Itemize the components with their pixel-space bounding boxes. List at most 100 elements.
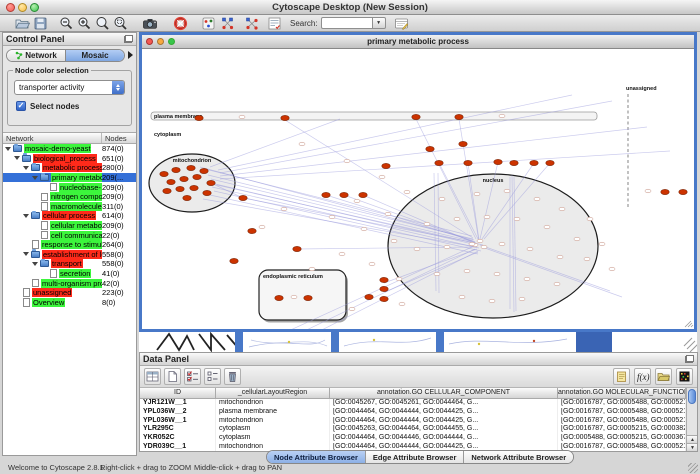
tree-row-secretion[interactable]: secretion41(0) bbox=[3, 269, 136, 279]
network-node[interactable] bbox=[309, 267, 315, 271]
network-node[interactable] bbox=[524, 277, 530, 281]
network-node[interactable] bbox=[489, 299, 495, 303]
network-node-selected-color[interactable] bbox=[510, 160, 518, 165]
network-node-selected-color[interactable] bbox=[193, 174, 201, 179]
network-node-selected-color[interactable] bbox=[455, 114, 463, 119]
tree-row-multi-organism-pro[interactable]: multi-organism pro42(0) bbox=[3, 278, 136, 288]
network-node[interactable] bbox=[534, 197, 540, 201]
network-node[interactable] bbox=[544, 225, 550, 229]
unselect-attributes-button[interactable] bbox=[204, 368, 221, 385]
expand-triangle-icon[interactable] bbox=[23, 166, 29, 170]
network-node-selected-color[interactable] bbox=[172, 167, 180, 172]
tree-row-unassigned[interactable]: unassigned223(0) bbox=[3, 288, 136, 298]
network-node-selected-color[interactable] bbox=[380, 277, 388, 282]
network-node[interactable] bbox=[329, 215, 335, 219]
network-node[interactable] bbox=[574, 237, 580, 241]
network-node[interactable] bbox=[477, 239, 483, 243]
network-node[interactable] bbox=[404, 190, 410, 194]
snapshot-button[interactable] bbox=[142, 15, 158, 31]
network-node-selected-color[interactable] bbox=[239, 195, 247, 200]
table-scrollbar[interactable]: ▲ ▼ bbox=[686, 388, 697, 451]
tree-row-biological-process[interactable]: biological_process651(0) bbox=[3, 154, 136, 164]
help-button[interactable] bbox=[172, 15, 188, 31]
notepad-button[interactable] bbox=[613, 368, 630, 385]
search-config-button[interactable] bbox=[394, 15, 410, 31]
vizmapper-button[interactable] bbox=[200, 15, 216, 31]
attribute-table-button[interactable] bbox=[144, 368, 161, 385]
open-session-button[interactable] bbox=[14, 15, 30, 31]
network-node-selected-color[interactable] bbox=[200, 168, 208, 173]
network-node[interactable] bbox=[399, 302, 405, 306]
network-node[interactable] bbox=[391, 239, 397, 243]
network-node[interactable] bbox=[344, 159, 350, 163]
network-node[interactable] bbox=[379, 175, 385, 179]
float-panel-icon[interactable] bbox=[685, 355, 694, 363]
network-node[interactable] bbox=[439, 197, 445, 201]
select-nodes-checkbox[interactable]: ✓ bbox=[16, 101, 26, 111]
expand-triangle-icon[interactable] bbox=[14, 156, 20, 160]
network-node[interactable] bbox=[599, 242, 605, 246]
network-node[interactable] bbox=[499, 242, 505, 246]
tab-overflow-arrow-icon[interactable] bbox=[128, 51, 133, 59]
tree-row-nucleobase[interactable]: nucleobase-209(0) bbox=[3, 182, 136, 192]
formula-builder-button[interactable]: f(x) bbox=[634, 368, 651, 385]
network-node[interactable] bbox=[609, 267, 615, 271]
network-node[interactable] bbox=[584, 257, 590, 261]
network-node[interactable] bbox=[504, 189, 510, 193]
column-header-annotation-go-molecular-function[interactable]: annotation.GO MOLECULAR_FUNCTION bbox=[558, 388, 686, 398]
network-node[interactable] bbox=[424, 222, 430, 226]
table-row[interactable]: YPL036W__1mitochondrion[GO:0044464, GO:0… bbox=[140, 417, 697, 426]
network-node[interactable] bbox=[469, 242, 475, 246]
network-node-selected-color[interactable] bbox=[679, 189, 687, 194]
network-node[interactable] bbox=[239, 115, 245, 119]
network-node[interactable] bbox=[349, 307, 355, 311]
import-attributes-button[interactable] bbox=[655, 368, 672, 385]
network-node-selected-color[interactable] bbox=[304, 295, 312, 300]
network-node[interactable] bbox=[494, 272, 500, 276]
expand-triangle-icon[interactable] bbox=[23, 214, 29, 218]
zoom-fit-button[interactable] bbox=[112, 15, 128, 31]
new-attribute-button[interactable] bbox=[164, 368, 181, 385]
canvas-resize-grip[interactable] bbox=[685, 321, 693, 327]
search-dropdown-arrow[interactable]: ▼ bbox=[373, 17, 386, 29]
network-node[interactable] bbox=[587, 217, 593, 221]
network-node[interactable] bbox=[559, 207, 565, 211]
network-node-selected-color[interactable] bbox=[530, 160, 538, 165]
network-node-selected-color[interactable] bbox=[340, 192, 348, 197]
network-node-selected-color[interactable] bbox=[322, 192, 330, 197]
network-node-selected-color[interactable] bbox=[380, 286, 388, 291]
network-node-selected-color[interactable] bbox=[459, 141, 467, 146]
zoom-selected-button[interactable] bbox=[94, 15, 110, 31]
network-node[interactable] bbox=[459, 295, 465, 299]
network-node-selected-color[interactable] bbox=[275, 295, 283, 300]
tree-row-cell-communicat[interactable]: cell communicat22(0) bbox=[3, 230, 136, 240]
network-node-selected-color[interactable] bbox=[207, 180, 215, 185]
tree-row-metabolic-process[interactable]: metabolic process280(0) bbox=[3, 163, 136, 173]
expand-triangle-icon[interactable] bbox=[32, 262, 38, 266]
network-node-selected-color[interactable] bbox=[195, 115, 203, 120]
network-node-selected-color[interactable] bbox=[546, 160, 554, 165]
network-node-selected-color[interactable] bbox=[203, 190, 211, 195]
tree-header-nodes[interactable]: Nodes bbox=[102, 133, 136, 143]
network-node[interactable] bbox=[554, 282, 560, 286]
tree-row-nitrogen-compo[interactable]: nitrogen compo209(0) bbox=[3, 192, 136, 202]
network-node[interactable] bbox=[481, 245, 487, 249]
network-node[interactable] bbox=[259, 225, 265, 229]
network-node[interactable] bbox=[519, 297, 525, 301]
network-node[interactable] bbox=[464, 269, 470, 273]
network-frame-titlebar[interactable]: primary metabolic process bbox=[142, 35, 694, 49]
column-header-annotation-go-cellular-component[interactable]: annotation.GO CELLULAR_COMPONENT bbox=[330, 388, 558, 398]
scrollbar-thumb[interactable] bbox=[688, 389, 696, 404]
network-node[interactable] bbox=[434, 272, 440, 276]
network-node-selected-color[interactable] bbox=[464, 160, 472, 165]
expand-triangle-icon[interactable] bbox=[5, 147, 11, 151]
tree-row-transport[interactable]: transport558(0) bbox=[3, 259, 136, 269]
scroll-down-button[interactable]: ▼ bbox=[687, 443, 697, 451]
network-node[interactable] bbox=[474, 192, 480, 196]
network-node-selected-color[interactable] bbox=[359, 192, 367, 197]
network-node-selected-color[interactable] bbox=[160, 171, 168, 176]
table-row[interactable]: YLR295Ccytoplasm[GO:0045263, GO:0044464,… bbox=[140, 425, 697, 434]
network-node-selected-color[interactable] bbox=[426, 146, 434, 151]
table-row[interactable]: YJR121W__1mitochondrion[GO:0045267, GO:0… bbox=[140, 399, 697, 408]
tree-row-overview[interactable]: Overview8(0) bbox=[3, 298, 136, 308]
